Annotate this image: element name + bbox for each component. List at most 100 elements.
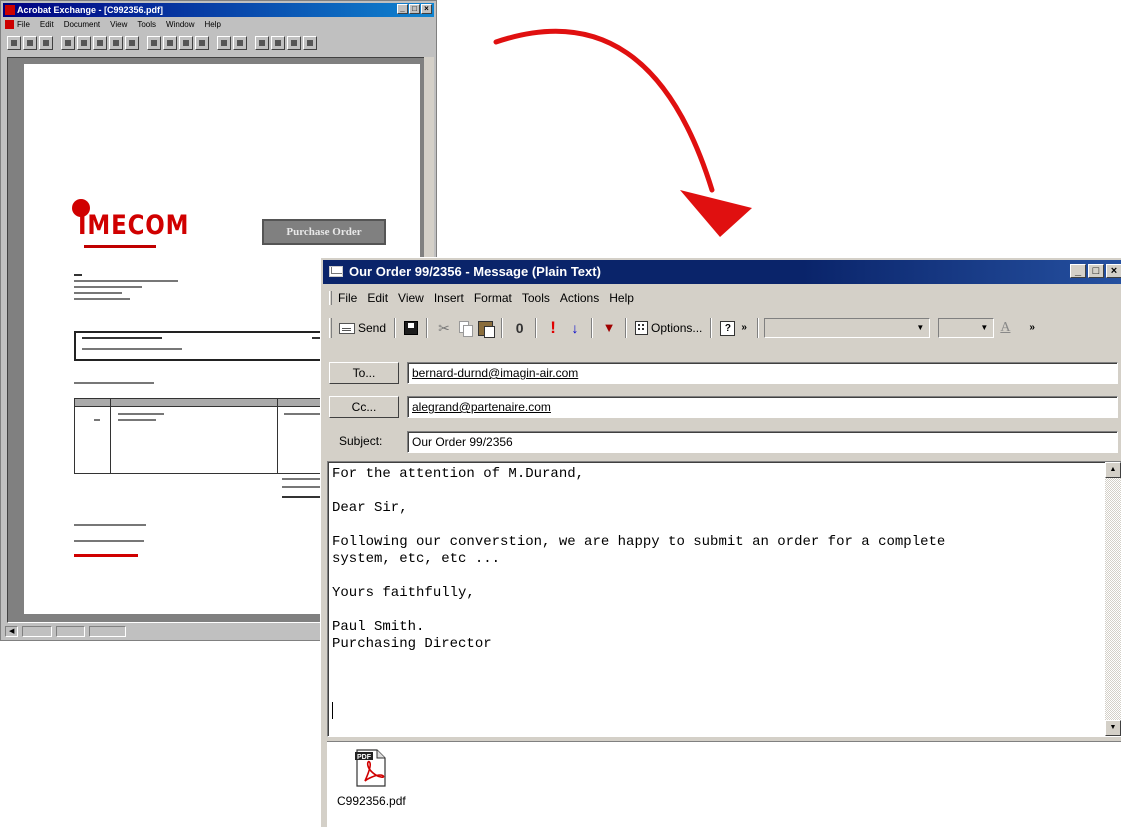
imecom-tagline bbox=[84, 245, 156, 248]
acrobat-menu-window[interactable]: Window bbox=[166, 18, 194, 31]
font-size-combo[interactable]: ▼ bbox=[938, 318, 995, 338]
to-address[interactable]: bernard-durnd@imagin-air.com bbox=[412, 366, 578, 380]
acrobat-next-page-icon[interactable] bbox=[179, 36, 193, 50]
save-button[interactable] bbox=[401, 317, 421, 339]
chevron-down-icon[interactable]: ▼ bbox=[913, 321, 927, 335]
acrobat-status-nav[interactable]: ◀ bbox=[5, 626, 19, 637]
cut-button[interactable]: ✂ bbox=[433, 317, 455, 339]
high-importance-button[interactable]: ! bbox=[542, 317, 564, 339]
menu-edit[interactable]: Edit bbox=[367, 291, 388, 305]
body-line: Dear Sir, bbox=[332, 500, 408, 516]
acrobat-toolbar bbox=[3, 33, 434, 53]
font-color-button[interactable]: A bbox=[994, 317, 1016, 339]
subject-field[interactable]: Our Order 99/2356 bbox=[407, 431, 1118, 453]
cc-button[interactable]: Cc... bbox=[329, 396, 399, 418]
save-icon bbox=[404, 321, 419, 335]
send-icon bbox=[339, 322, 355, 334]
menu-grip[interactable] bbox=[329, 291, 332, 305]
acrobat-menu-view[interactable]: View bbox=[110, 18, 127, 31]
cut-icon: ✂ bbox=[438, 320, 450, 336]
acrobat-graphics-select-icon[interactable] bbox=[109, 36, 123, 50]
body-line bbox=[332, 517, 1101, 534]
acrobat-last-page-icon[interactable] bbox=[195, 36, 209, 50]
formatting-options-chevron[interactable]: » bbox=[1026, 317, 1040, 339]
chevron-down-icon[interactable]: ▼ bbox=[977, 321, 991, 335]
minimize-button[interactable]: _ bbox=[1070, 264, 1086, 278]
acrobat-find-icon[interactable] bbox=[303, 36, 317, 50]
toolbar-options-chevron[interactable]: » bbox=[738, 317, 752, 339]
paste-button[interactable] bbox=[475, 317, 496, 339]
scroll-down-button[interactable]: ▼ bbox=[1105, 720, 1121, 736]
text-cursor bbox=[332, 702, 333, 719]
body-vertical-scrollbar[interactable]: ▲ ▼ bbox=[1105, 462, 1121, 736]
svg-text:PDF: PDF bbox=[357, 754, 372, 761]
help-button[interactable]: ? bbox=[717, 317, 738, 339]
help-icon: ? bbox=[720, 320, 736, 336]
acrobat-menu-edit[interactable]: Edit bbox=[40, 18, 54, 31]
menu-tools[interactable]: Tools bbox=[522, 291, 550, 305]
low-importance-button[interactable]: ↓ bbox=[564, 317, 586, 339]
message-title-bar[interactable]: Our Order 99/2356 - Message (Plain Text)… bbox=[323, 260, 1121, 284]
menu-file[interactable]: File bbox=[338, 291, 357, 305]
acrobat-back-icon[interactable] bbox=[217, 36, 231, 50]
acrobat-pages-icon[interactable] bbox=[39, 36, 53, 50]
menu-format[interactable]: Format bbox=[474, 291, 512, 305]
acrobat-title: Acrobat Exchange - [C992356.pdf] bbox=[17, 5, 164, 15]
font-name-combo[interactable]: ▼ bbox=[764, 318, 931, 338]
acrobat-fit-page-icon[interactable] bbox=[271, 36, 285, 50]
message-title: Our Order 99/2356 - Message (Plain Text) bbox=[349, 264, 601, 279]
acrobat-text-select-icon[interactable] bbox=[93, 36, 107, 50]
acrobat-save-icon[interactable] bbox=[7, 36, 21, 50]
menu-view[interactable]: View bbox=[398, 291, 424, 305]
acrobat-print-icon[interactable] bbox=[23, 36, 37, 50]
acrobat-zoom-icon[interactable] bbox=[77, 36, 91, 50]
acrobat-note-icon[interactable] bbox=[125, 36, 139, 50]
acrobat-forward-icon[interactable] bbox=[233, 36, 247, 50]
subject-label: Subject: bbox=[339, 434, 383, 448]
acrobat-title-bar[interactable]: Acrobat Exchange - [C992356.pdf] _ □ × bbox=[3, 3, 434, 17]
message-body-text[interactable]: For the attention of M.Durand, Dear Sir,… bbox=[332, 466, 1101, 653]
body-line: Paul Smith. bbox=[332, 619, 425, 635]
acrobat-status-page[interactable] bbox=[22, 626, 52, 637]
insert-file-button[interactable]: 0 bbox=[508, 317, 530, 339]
scroll-up-button[interactable]: ▲ bbox=[1105, 462, 1121, 478]
high-importance-icon: ! bbox=[550, 318, 556, 337]
pdf-file-icon[interactable]: PDF bbox=[355, 748, 387, 788]
menu-actions[interactable]: Actions bbox=[560, 291, 599, 305]
cc-field[interactable]: alegrand@partenaire.com bbox=[407, 396, 1118, 418]
to-button[interactable]: To... bbox=[329, 362, 399, 384]
imecom-logo: IMECOM bbox=[78, 210, 190, 241]
send-button[interactable]: Send bbox=[336, 317, 389, 339]
message-body[interactable]: For the attention of M.Durand, Dear Sir,… bbox=[327, 461, 1121, 737]
cc-address[interactable]: alegrand@partenaire.com bbox=[412, 400, 551, 414]
copy-button[interactable] bbox=[455, 317, 475, 339]
acrobat-maximize-button[interactable]: □ bbox=[409, 4, 420, 14]
paperclip-icon: 0 bbox=[514, 320, 524, 336]
menu-help[interactable]: Help bbox=[609, 291, 634, 305]
acrobat-menu-tools[interactable]: Tools bbox=[137, 18, 156, 31]
acrobat-menu-bar: File Edit Document View Tools Window Hel… bbox=[3, 18, 434, 31]
envelope-icon bbox=[329, 266, 343, 277]
acrobat-fit-width-icon[interactable] bbox=[287, 36, 301, 50]
attachment-filename[interactable]: C992356.pdf bbox=[337, 794, 406, 808]
acrobat-status-size[interactable] bbox=[89, 626, 127, 637]
acrobat-menu-document[interactable]: Document bbox=[64, 18, 100, 31]
acrobat-status-zoom[interactable] bbox=[55, 626, 86, 637]
red-arrow-graphic bbox=[493, 28, 752, 237]
acrobat-first-page-icon[interactable] bbox=[147, 36, 161, 50]
acrobat-prev-page-icon[interactable] bbox=[163, 36, 177, 50]
paste-icon bbox=[478, 320, 496, 338]
acrobat-actual-size-icon[interactable] bbox=[255, 36, 269, 50]
acrobat-hand-icon[interactable] bbox=[61, 36, 75, 50]
acrobat-menu-file[interactable]: File bbox=[17, 18, 30, 31]
toolbar-grip[interactable] bbox=[329, 318, 332, 338]
acrobat-menu-help[interactable]: Help bbox=[205, 18, 221, 31]
to-field[interactable]: bernard-durnd@imagin-air.com bbox=[407, 362, 1118, 384]
maximize-button[interactable]: □ bbox=[1088, 264, 1104, 278]
menu-insert[interactable]: Insert bbox=[434, 291, 464, 305]
acrobat-minimize-button[interactable]: _ bbox=[397, 4, 408, 14]
close-button[interactable]: × bbox=[1106, 264, 1121, 278]
flag-button[interactable]: ▼ bbox=[598, 317, 620, 339]
acrobat-close-button[interactable]: × bbox=[421, 4, 432, 14]
options-button[interactable]: Options... bbox=[632, 317, 705, 339]
